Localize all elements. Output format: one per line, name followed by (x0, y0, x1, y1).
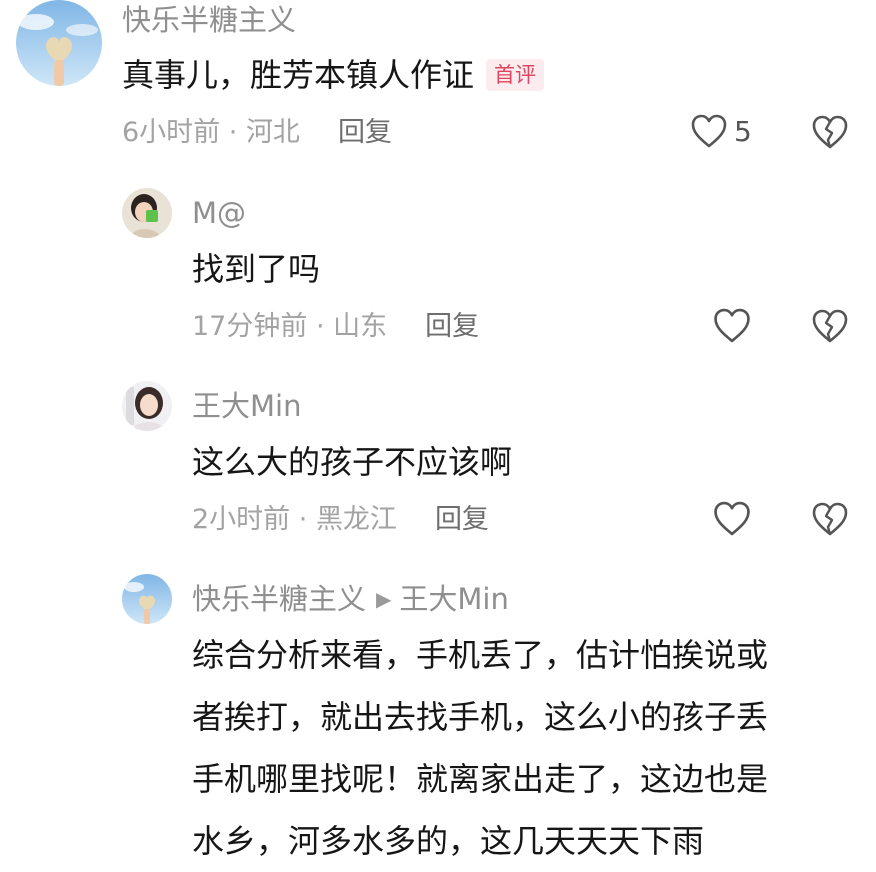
like-button[interactable]: 5 (690, 113, 752, 149)
avatar[interactable] (16, 0, 102, 86)
heart-outline-icon (712, 500, 752, 537)
meta-separator: · (307, 311, 334, 342)
comment-text-line: 者挨打，就出去找手机，这么小的孩子丢 (192, 698, 769, 736)
avatar[interactable] (122, 188, 172, 238)
comment-text-body: 这么大的孩子不应该啊 (192, 443, 513, 481)
comment-location: 河北 (245, 117, 300, 148)
reply-target[interactable]: 王大Min (399, 582, 508, 616)
avatar[interactable] (122, 574, 172, 624)
comment-username[interactable]: M@ (192, 199, 246, 228)
comment-time: 17分钟前 (192, 311, 308, 342)
comment-text-line: 水乡，河多水多的，这几天天天下雨 (192, 822, 705, 860)
comment-time: 2小时前 (192, 504, 291, 535)
comment-meta: 6小时前 · 河北 回复 (122, 119, 392, 146)
comment-text-body: 找到了吗 (192, 250, 321, 288)
broken-heart-icon[interactable] (810, 114, 850, 150)
reply-button[interactable]: 回复 (435, 504, 489, 535)
like-button[interactable] (712, 307, 758, 344)
comment-text: 真事儿，胜芳本镇人作证 首评 (122, 44, 545, 106)
comment-text: 找到了吗 (192, 238, 320, 300)
reply-button[interactable]: 回复 (425, 311, 479, 342)
comment-text-line: 手机哪里找呢！就离家出走了，这边也是 (192, 760, 769, 798)
comment-username[interactable]: 王大Min (192, 392, 301, 421)
comment-location: 山东 (333, 311, 388, 342)
heart-outline-icon (712, 307, 752, 344)
avatar[interactable] (122, 381, 172, 431)
reply-button[interactable]: 回复 (338, 117, 392, 148)
comment-text: 综合分析来看，手机丢了，估计怕挨说或 者挨打，就出去找手机，这么小的孩子丢 手机… (192, 624, 768, 872)
comment-text-body: 真事儿，胜芳本镇人作证 (122, 56, 475, 94)
broken-heart-icon[interactable] (810, 308, 850, 344)
like-count: 5 (734, 114, 752, 148)
broken-heart-icon[interactable] (810, 501, 850, 537)
comment-text-line: 综合分析来看，手机丢了，估计怕挨说或 (192, 636, 769, 674)
comment-username[interactable]: 快乐半糖主义 (122, 6, 296, 35)
reply-author[interactable]: 快乐半糖主义 (192, 582, 366, 616)
comment-location: 黑龙江 (315, 504, 397, 535)
meta-separator: · (220, 117, 246, 148)
comment-time: 6小时前 (122, 117, 221, 148)
meta-separator: · (290, 504, 316, 535)
comment-text: 这么大的孩子不应该啊 (192, 431, 512, 493)
comment-meta: 2小时前 · 黑龙江 回复 (192, 506, 489, 533)
comment-meta: 17分钟前 · 山东 回复 (192, 313, 479, 340)
comment-username: 快乐半糖主义 ▶ 王大Min (192, 585, 509, 614)
triangle-right-icon: ▶ (376, 587, 392, 611)
first-comment-badge: 首评 (486, 59, 545, 91)
heart-outline-icon (690, 113, 728, 149)
like-button[interactable] (712, 500, 758, 537)
